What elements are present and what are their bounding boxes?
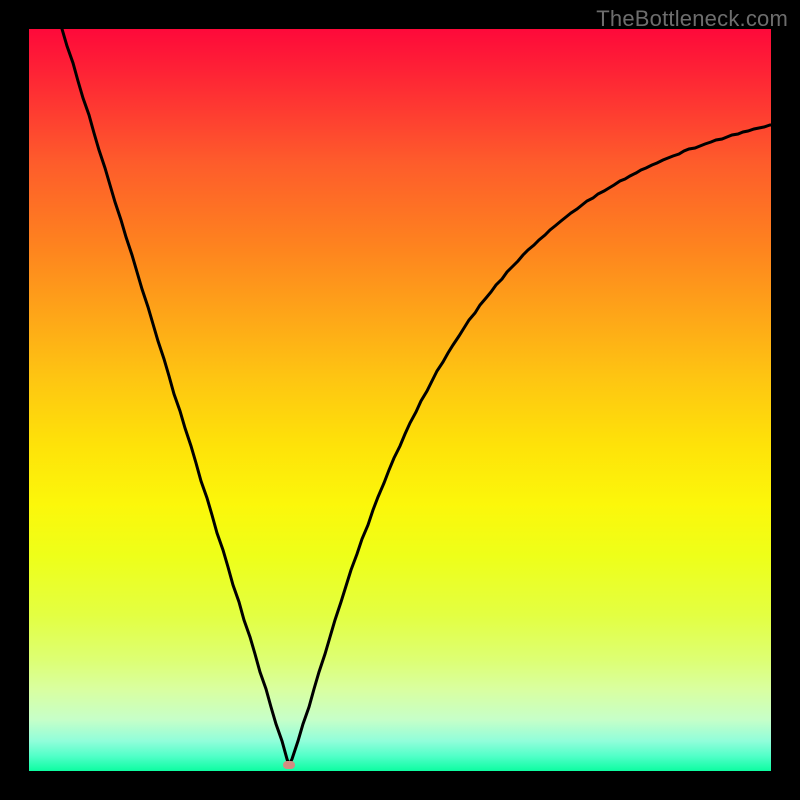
plot-area [29,29,771,771]
curve-svg [29,29,771,771]
watermark-text: TheBottleneck.com [596,6,788,32]
minimum-marker [283,761,295,769]
bottleneck-curve-path [62,29,771,765]
chart-frame: TheBottleneck.com [0,0,800,800]
